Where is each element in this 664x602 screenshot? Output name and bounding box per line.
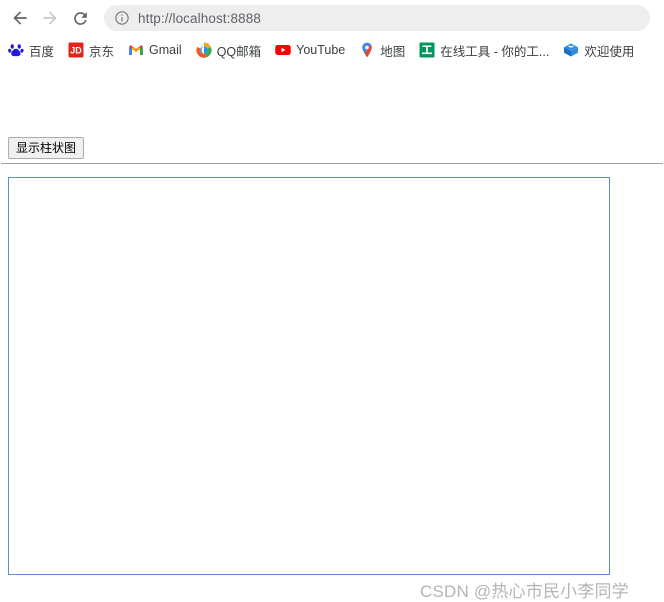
svg-text:JD: JD bbox=[70, 46, 82, 56]
page-content: 显示柱状图 CSDN @热心市民小李同学 bbox=[0, 64, 664, 601]
google-maps-icon bbox=[362, 42, 372, 58]
bookmark-label: 欢迎使用 bbox=[584, 44, 635, 59]
chart-container[interactable] bbox=[8, 177, 610, 575]
reload-button[interactable] bbox=[66, 4, 94, 32]
address-bar-url: http://localhost:8888 bbox=[138, 10, 261, 26]
bookmark-gmail[interactable]: Gmail bbox=[128, 39, 182, 61]
bookmark-label: Gmail bbox=[149, 43, 182, 57]
bookmark-label: QQ邮箱 bbox=[216, 44, 262, 59]
youtube-icon bbox=[275, 45, 291, 55]
back-button[interactable] bbox=[6, 4, 34, 32]
navigation-toolbar: http://localhost:8888 bbox=[0, 0, 664, 36]
browser-chrome: http://localhost:8888 百度 JD 京东 Gmail QQ邮… bbox=[0, 0, 664, 64]
qq-mail-icon bbox=[196, 42, 212, 58]
bookmark-qq-mail[interactable]: QQ邮箱 bbox=[196, 39, 261, 61]
vue-cube-icon bbox=[564, 43, 579, 57]
forward-arrow-icon bbox=[43, 11, 57, 25]
info-circle-icon[interactable] bbox=[114, 10, 130, 26]
csdn-watermark: CSDN @热心市民小李同学 bbox=[420, 582, 629, 601]
bookmark-maps[interactable]: 地图 bbox=[359, 39, 405, 61]
horizontal-divider bbox=[1, 163, 663, 164]
online-tools-icon bbox=[419, 42, 435, 58]
bookmark-welcome[interactable]: 欢迎使用 bbox=[563, 39, 634, 61]
address-bar[interactable]: http://localhost:8888 bbox=[104, 5, 650, 31]
bookmark-online-tools[interactable]: 在线工具 - 你的工... bbox=[419, 39, 549, 61]
bookmark-baidu[interactable]: 百度 bbox=[8, 39, 54, 61]
reload-icon bbox=[73, 11, 87, 25]
bookmark-label: 在线工具 - 你的工... bbox=[440, 44, 550, 59]
bookmark-label: YouTube bbox=[296, 43, 346, 57]
gmail-icon bbox=[129, 45, 144, 55]
bookmarks-bar: 百度 JD 京东 Gmail QQ邮箱 YouTube 地图 在线工具 - 你的… bbox=[0, 36, 664, 64]
jd-icon: JD bbox=[68, 42, 84, 58]
show-bar-chart-button[interactable]: 显示柱状图 bbox=[8, 137, 85, 159]
forward-button[interactable] bbox=[36, 4, 64, 32]
bookmark-youtube[interactable]: YouTube bbox=[275, 39, 345, 61]
back-arrow-icon bbox=[13, 11, 27, 25]
baidu-icon bbox=[8, 44, 24, 57]
bookmark-label: 地图 bbox=[380, 44, 406, 59]
bookmark-label: 百度 bbox=[29, 44, 55, 59]
bookmark-label: 京东 bbox=[89, 44, 115, 59]
bookmark-jd[interactable]: JD 京东 bbox=[68, 39, 114, 61]
